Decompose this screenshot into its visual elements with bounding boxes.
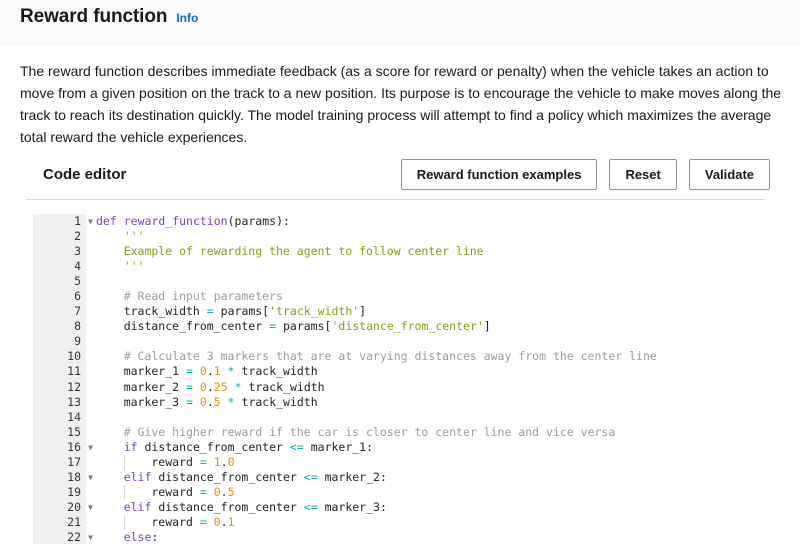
code-line-row[interactable]: 7 track_width = params['track_width'] — [33, 304, 765, 319]
code-line-row[interactable]: 5 — [33, 274, 765, 289]
code-gutter-number: 20▼ — [33, 500, 86, 515]
code-line-text: # Calculate 3 markers that are at varyin… — [86, 349, 765, 364]
code-gutter-number: 15 — [33, 425, 86, 440]
code-gutter-number: 11 — [33, 364, 86, 379]
code-line-row[interactable]: 17 reward = 1.0 — [33, 455, 765, 470]
code-gutter-number: 5 — [33, 274, 86, 289]
info-link[interactable]: Info — [176, 10, 198, 26]
code-gutter-number: 8 — [33, 319, 86, 334]
code-gutter-number: 12 — [33, 380, 86, 395]
code-gutter-number: 3 — [33, 244, 86, 259]
code-gutter-number: 6 — [33, 289, 86, 304]
toolbar-divider — [26, 199, 765, 200]
code-line-row[interactable]: 8 distance_from_center = params['distanc… — [33, 319, 765, 334]
code-gutter-number: 17 — [33, 455, 86, 470]
code-line-text: Example of rewarding the agent to follow… — [86, 244, 765, 259]
code-line-row[interactable]: 16▼ if distance_from_center <= marker_1: — [33, 440, 765, 455]
code-line-text: marker_3 = 0.5 * track_width — [86, 395, 765, 410]
code-line-text: ''' — [86, 259, 765, 274]
code-line-text: elif distance_from_center <= marker_3: — [86, 500, 765, 515]
code-line-row[interactable]: 20▼ elif distance_from_center <= marker_… — [33, 500, 765, 515]
page-header-inner: Reward function Info — [20, 5, 198, 29]
code-gutter-number: 19 — [33, 485, 86, 500]
code-line-row[interactable]: 13 marker_3 = 0.5 * track_width — [33, 395, 765, 410]
code-line-row[interactable]: 6 # Read input parameters — [33, 289, 765, 304]
code-line-text — [86, 410, 765, 425]
code-line-text: reward = 0.5 — [86, 485, 765, 500]
code-line-text: ''' — [86, 229, 765, 244]
validate-button[interactable]: Validate — [689, 159, 770, 190]
code-line-text — [86, 274, 765, 289]
code-gutter-number: 1▼ — [33, 214, 86, 229]
code-editor-panel: Code editor Reward function examples Res… — [0, 150, 800, 544]
code-line-text: distance_from_center = params['distance_… — [86, 319, 765, 334]
code-line-text: elif distance_from_center <= marker_2: — [86, 470, 765, 485]
reward-function-page: Reward function Info The reward function… — [0, 0, 800, 544]
code-gutter-number: 22▼ — [33, 530, 86, 544]
code-editor-actions: Reward function examples Reset Validate — [401, 159, 774, 190]
code-line-row[interactable]: 10 # Calculate 3 markers that are at var… — [33, 349, 765, 364]
reward-function-examples-button[interactable]: Reward function examples — [401, 159, 598, 190]
code-editor-surface[interactable]: 1▼def reward_function(params):2 '''3 Exa… — [33, 214, 765, 544]
code-line-text: else: — [86, 530, 765, 544]
code-line-row[interactable]: 9 — [33, 334, 765, 349]
code-line-text: marker_1 = 0.1 * track_width — [86, 364, 765, 379]
code-gutter-number: 9 — [33, 334, 86, 349]
code-gutter-number: 4 — [33, 259, 86, 274]
code-line-row[interactable]: 15 # Give higher reward if the car is cl… — [33, 425, 765, 440]
code-gutter-number: 7 — [33, 304, 86, 319]
code-line-text: def reward_function(params): — [86, 214, 765, 229]
code-line-row[interactable]: 3 Example of rewarding the agent to foll… — [33, 244, 765, 259]
code-gutter-number: 13 — [33, 395, 86, 410]
code-editor-toolbar: Code editor Reward function examples Res… — [26, 150, 774, 199]
page-header: Reward function Info — [0, 0, 800, 46]
reset-button[interactable]: Reset — [609, 159, 676, 190]
code-gutter-number: 10 — [33, 349, 86, 364]
code-gutter-number: 2 — [33, 229, 86, 244]
code-line-row[interactable]: 18▼ elif distance_from_center <= marker_… — [33, 470, 765, 485]
code-line-row[interactable]: 14 — [33, 410, 765, 425]
code-line-text: reward = 1.0 — [86, 455, 765, 470]
code-line-row[interactable]: 1▼def reward_function(params): — [33, 214, 765, 229]
code-line-text: if distance_from_center <= marker_1: — [86, 440, 765, 455]
code-line-row[interactable]: 11 marker_1 = 0.1 * track_width — [33, 364, 765, 379]
code-editor-label: Code editor — [26, 166, 126, 183]
code-line-text: reward = 0.1 — [86, 515, 765, 530]
code-line-row[interactable]: 19 reward = 0.5 — [33, 485, 765, 500]
page-title: Reward function — [20, 5, 167, 29]
reward-function-description: The reward function describes immediate … — [20, 60, 782, 148]
code-gutter-number: 18▼ — [33, 470, 86, 485]
code-gutter-number: 16▼ — [33, 440, 86, 455]
code-line-row[interactable]: 22▼ else: — [33, 530, 765, 544]
code-line-text: # Read input parameters — [86, 289, 765, 304]
code-gutter-number: 21 — [33, 515, 86, 530]
code-line-text — [86, 334, 765, 349]
code-gutter-number: 14 — [33, 410, 86, 425]
code-line-text: track_width = params['track_width'] — [86, 304, 765, 319]
code-line-row[interactable]: 4 ''' — [33, 259, 765, 274]
code-line-row[interactable]: 21 reward = 0.1 — [33, 515, 765, 530]
code-line-text: marker_2 = 0.25 * track_width — [86, 380, 765, 395]
code-line-row[interactable]: 12 marker_2 = 0.25 * track_width — [33, 380, 765, 395]
code-line-row[interactable]: 2 ''' — [33, 229, 765, 244]
code-line-text: # Give higher reward if the car is close… — [86, 425, 765, 440]
